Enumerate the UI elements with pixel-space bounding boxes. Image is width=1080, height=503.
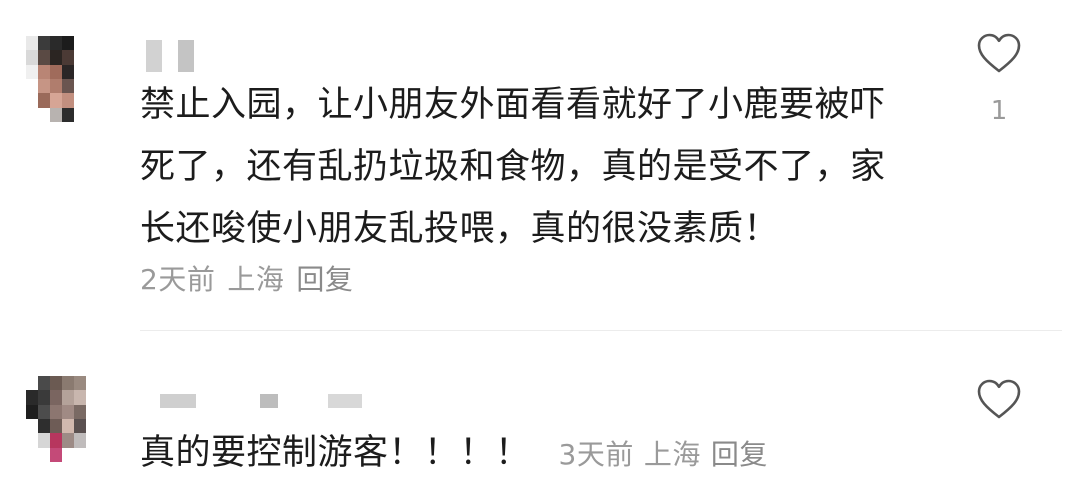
comment-meta: 2天前 上海 回复 xyxy=(140,258,365,298)
heart-outline-icon xyxy=(977,379,1021,419)
comment-item: 真的要控制游客！！！！ 3天前 上海 回复 xyxy=(0,360,1080,503)
like-count: 1 xyxy=(990,96,1008,126)
like-button[interactable]: 1 xyxy=(976,32,1022,126)
comment-location: 上海 xyxy=(227,263,285,296)
comment-text: 真的要控制游客！！！！ xyxy=(140,433,531,473)
comment-text: 禁止入园，让小朋友外面看看就好了小鹿要被吓死了，还有乱扔垃圾和食物，真的是受不了… xyxy=(140,85,886,249)
avatar[interactable] xyxy=(26,376,98,462)
reply-button[interactable]: 回复 xyxy=(296,263,353,296)
comment-location: 上海 xyxy=(643,438,701,471)
reply-button[interactable]: 回复 xyxy=(711,438,768,471)
comment-item: 禁止入园，让小朋友外面看看就好了小鹿要被吓死了，还有乱扔垃圾和食物，真的是受不了… xyxy=(0,0,1080,330)
heart-outline-icon xyxy=(977,33,1021,73)
username-blurred[interactable] xyxy=(146,40,194,72)
avatar[interactable] xyxy=(26,36,98,122)
like-button[interactable] xyxy=(976,378,1022,420)
username-blurred[interactable] xyxy=(160,394,362,408)
comment-divider xyxy=(140,330,1062,331)
comment-time: 2天前 xyxy=(140,263,216,296)
comment-time: 3天前 xyxy=(558,438,634,471)
comment-text-row: 真的要控制游客！！！！ 3天前 上海 回复 xyxy=(140,422,960,486)
comment-meta: 3天前 上海 回复 xyxy=(559,438,778,471)
